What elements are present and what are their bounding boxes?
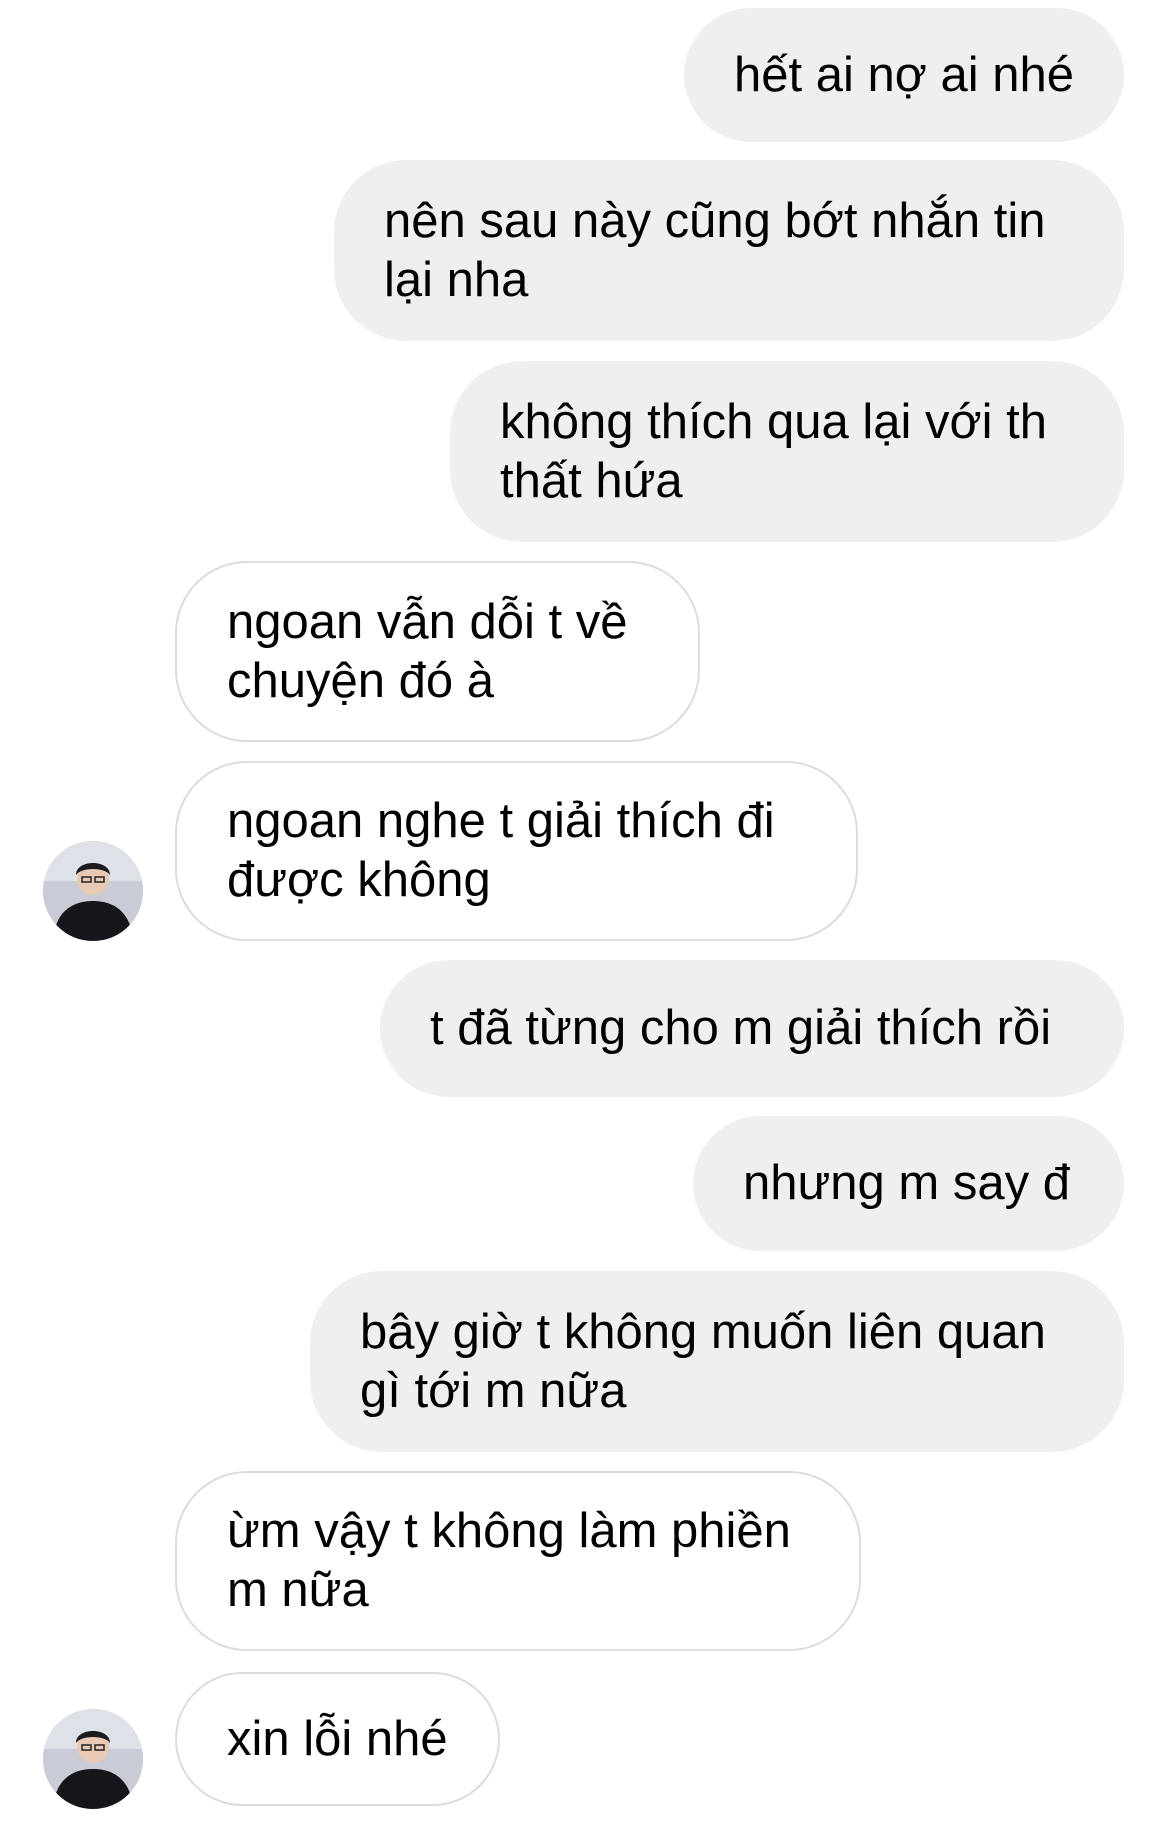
message-bubble-incoming[interactable]: ngoan nghe t giải thích đi được không xyxy=(175,761,858,941)
message-bubble-incoming[interactable]: ngoan vẫn dỗi t về chuyện đó à xyxy=(175,561,700,742)
message-bubble-outgoing[interactable]: không thích qua lại với th thất hứa xyxy=(450,361,1124,542)
person-photo-icon xyxy=(43,841,143,941)
contact-avatar-icon[interactable] xyxy=(43,841,143,941)
message-bubble-outgoing[interactable]: nên sau này cũng bớt nhắn tin lại nha xyxy=(334,160,1124,341)
contact-avatar-icon[interactable] xyxy=(43,1709,143,1809)
message-bubble-incoming[interactable]: xin lỗi nhé xyxy=(175,1672,500,1806)
message-bubble-outgoing[interactable]: t đã từng cho m giải thích rồi xyxy=(380,960,1124,1097)
person-photo-icon xyxy=(43,1709,143,1809)
message-bubble-incoming[interactable]: ừm vậy t không làm phiền m nữa xyxy=(175,1471,861,1651)
message-bubble-outgoing[interactable]: hết ai nợ ai nhé xyxy=(684,8,1124,142)
message-bubble-outgoing[interactable]: bây giờ t không muốn liên quan gì tới m … xyxy=(310,1271,1124,1452)
message-bubble-outgoing[interactable]: nhưng m say đ xyxy=(693,1116,1124,1251)
